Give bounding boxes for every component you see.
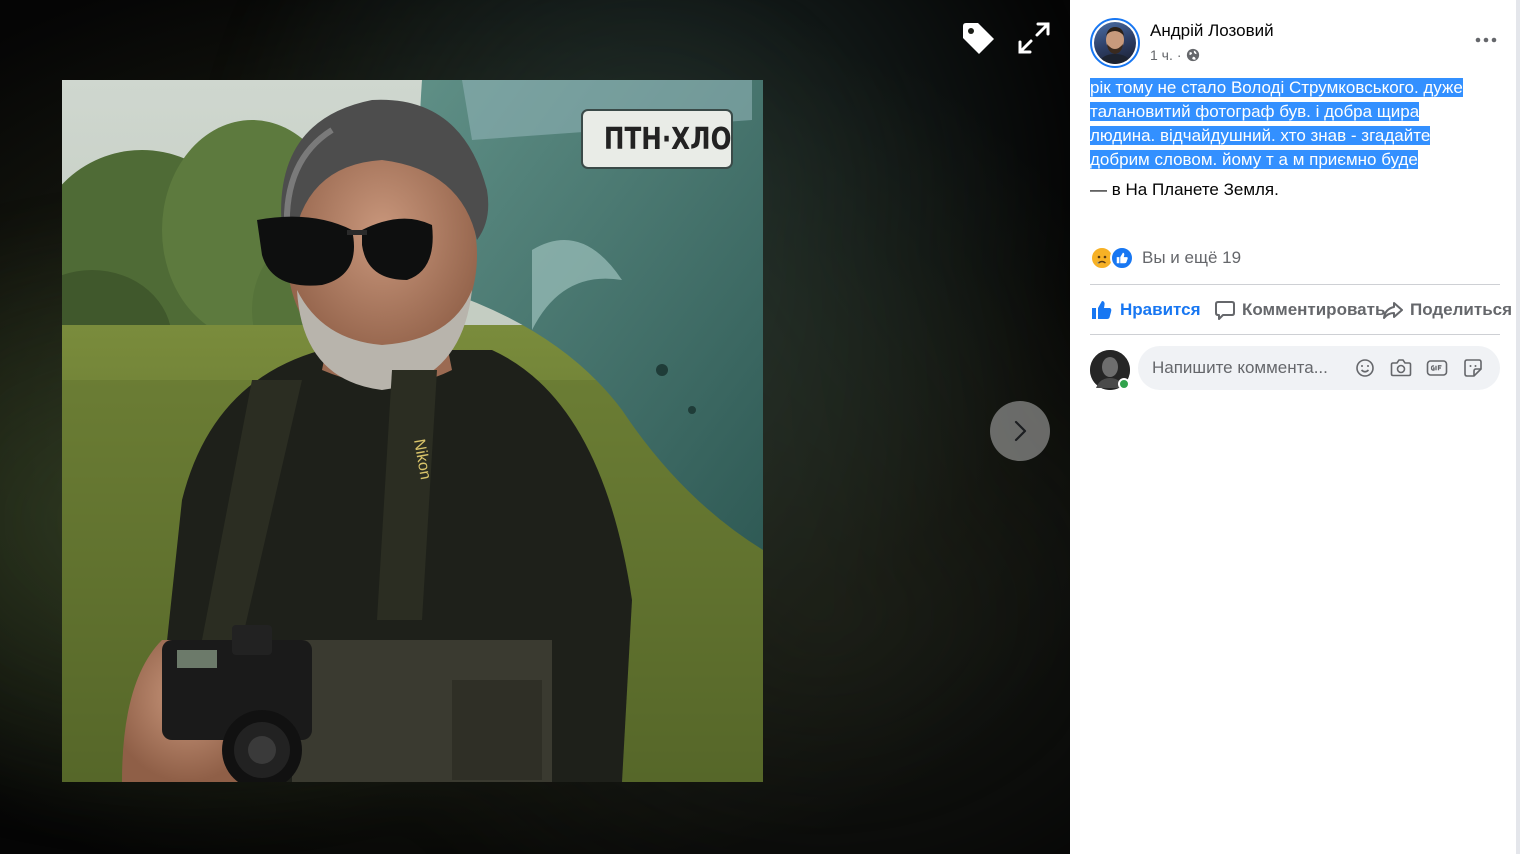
- post-actions: Нравится Комментировать Поделиться: [1090, 292, 1520, 328]
- post-header: Андрій Лозовий 1 ч. ·: [1090, 18, 1510, 70]
- location-prefix: — в: [1090, 180, 1121, 199]
- post-text-line: добрим словом. йому т а м приємно буде: [1090, 150, 1418, 169]
- reactions-summary[interactable]: Вы и ещё 19: [1090, 244, 1241, 272]
- thumbs-up-icon: [1092, 301, 1112, 319]
- meta-separator: ·: [1176, 47, 1182, 63]
- like-button[interactable]: Нравится: [1090, 292, 1201, 328]
- comment-input[interactable]: [1138, 346, 1354, 390]
- sticker-icon: [1464, 359, 1482, 377]
- post-text-line: рік тому не стало Володі Струмковського.…: [1090, 78, 1463, 97]
- location-suffix: .: [1274, 180, 1279, 199]
- expand-icon: [1018, 22, 1050, 54]
- gif-icon: [1426, 360, 1448, 376]
- camera-button[interactable]: [1390, 357, 1412, 379]
- divider-top: [1090, 284, 1500, 285]
- comment-label: Комментировать: [1242, 300, 1386, 319]
- comment-box: [1138, 346, 1500, 390]
- emoji-icon: [1356, 359, 1374, 377]
- share-icon: [1383, 302, 1403, 319]
- post-details-panel: Андрій Лозовий 1 ч. · рік тому не стало …: [1070, 0, 1520, 854]
- gif-button[interactable]: [1426, 357, 1448, 379]
- author-avatar[interactable]: [1090, 18, 1140, 68]
- panel-scrollbar[interactable]: [1516, 0, 1520, 854]
- avatar-photo: [1098, 27, 1132, 64]
- fullscreen-button[interactable]: [1014, 18, 1054, 58]
- online-status-dot: [1118, 378, 1130, 390]
- comment-button[interactable]: Комментировать: [1214, 292, 1385, 328]
- post-photo[interactable]: Nikon ПТН·ХЛО: [62, 80, 763, 782]
- sticker-button[interactable]: [1462, 357, 1484, 379]
- share-button[interactable]: Поделиться: [1382, 292, 1512, 328]
- post-meta: 1 ч. ·: [1150, 47, 1200, 63]
- camera-icon: [1390, 359, 1412, 377]
- comment-tools: [1354, 357, 1500, 379]
- post-text-line: талановитий фотограф був. і добра щира: [1090, 102, 1420, 121]
- share-label: Поделиться: [1410, 300, 1513, 319]
- photo-viewer: Nikon ПТН·ХЛО: [0, 0, 1070, 854]
- emoji-button[interactable]: [1354, 357, 1376, 379]
- location-link[interactable]: На Планете Земля: [1126, 180, 1275, 199]
- next-photo-button[interactable]: [990, 401, 1050, 461]
- post-text: рік тому не стало Володі Струмковського.…: [1090, 76, 1510, 172]
- plate-text: ПТН·ХЛО: [603, 122, 732, 157]
- chevron-right-icon: [1014, 420, 1027, 442]
- author-name[interactable]: Андрій Лозовий: [1150, 21, 1274, 41]
- location-line: — в На Планете Земля.: [1090, 180, 1279, 200]
- like-label: Нравится: [1120, 300, 1201, 319]
- globe-icon[interactable]: [1186, 48, 1200, 62]
- comment-composer: [1090, 346, 1500, 390]
- more-icon: [1475, 37, 1497, 43]
- tag-button[interactable]: [958, 18, 998, 58]
- post-text-line: людина. відчайдушний. хто знав - згадайт…: [1090, 126, 1431, 145]
- photo-illustration: Nikon: [62, 80, 763, 782]
- post-time[interactable]: 1 ч.: [1150, 47, 1173, 63]
- like-reaction-icon: [1110, 246, 1134, 270]
- post-options-button[interactable]: [1468, 28, 1504, 52]
- reactions-count[interactable]: Вы и ещё 19: [1142, 248, 1241, 268]
- tag-icon: [963, 23, 994, 54]
- comment-icon: [1215, 301, 1235, 320]
- divider-bottom: [1090, 334, 1500, 335]
